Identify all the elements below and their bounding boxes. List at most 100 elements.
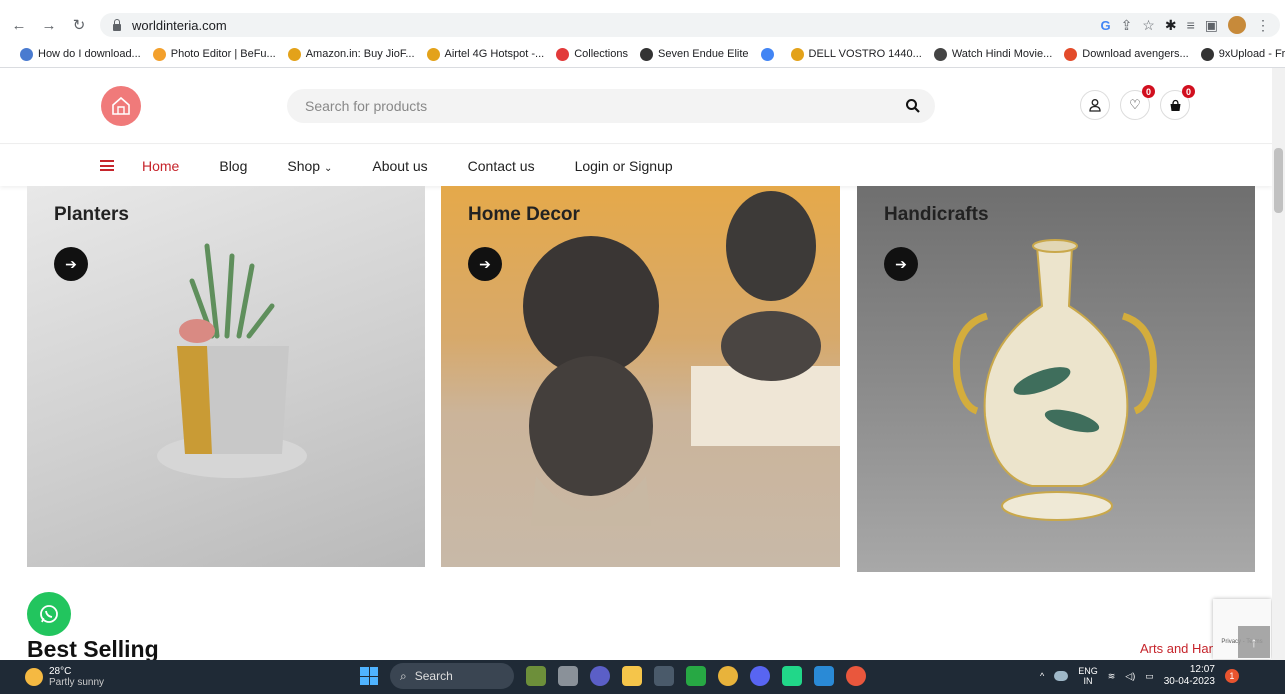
nav-home[interactable]: Home (142, 158, 179, 174)
pycharm-icon[interactable] (782, 666, 802, 686)
category-title: Home Decor (468, 204, 580, 225)
bookmark-item[interactable]: Airtel 4G Hotspot -... (426, 47, 544, 61)
vscode-icon[interactable] (814, 666, 834, 686)
bookmark-label: Seven Endue Elite (658, 48, 749, 60)
bookmark-item[interactable] (760, 47, 779, 61)
settings-app-icon[interactable] (654, 666, 674, 686)
bookmark-item[interactable]: Download avengers... (1064, 47, 1189, 61)
bookmark-favicon-icon (760, 47, 774, 61)
date: 30-04-2023 (1163, 676, 1215, 687)
discord-icon[interactable] (750, 666, 770, 686)
site-header: Search for products ♡ 0 0 (0, 68, 1272, 144)
cart-button[interactable]: 0 (1160, 85, 1195, 120)
language-indicator[interactable]: ENG IN (1078, 666, 1098, 686)
cart-badge: 0 (1182, 85, 1195, 98)
bookmark-label: Download avengers... (1082, 48, 1189, 60)
address-bar[interactable]: worldinteria.com G ⇪ ☆ ✱ ≡ ▣ ⋮ (100, 13, 1280, 37)
buddha-statue-image (523, 191, 840, 526)
whatsapp-chat-button[interactable] (27, 592, 71, 636)
xbox-icon[interactable] (686, 666, 706, 686)
windows-start-icon[interactable] (360, 667, 378, 685)
bookmark-item[interactable]: Watch Hindi Movie... (933, 47, 1053, 61)
bookmark-label: DELL VOSTRO 1440... (808, 48, 922, 60)
hamburger-menu-icon[interactable] (100, 160, 114, 171)
bookmark-label: Watch Hindi Movie... (951, 48, 1053, 60)
nav-about[interactable]: About us (372, 158, 427, 174)
bookmark-star-icon[interactable]: ☆ (1142, 17, 1155, 34)
notification-badge[interactable]: 1 (1224, 669, 1239, 683)
wishlist-button[interactable]: ♡ 0 (1120, 85, 1155, 120)
nav-blog[interactable]: Blog (219, 158, 247, 174)
time: 12:07 (1189, 664, 1215, 675)
bookmark-favicon-icon (20, 47, 33, 61)
lang-code: ENG (1078, 666, 1098, 676)
bookmark-item[interactable]: 9xUpload - Free Fil... (1200, 47, 1285, 61)
side-panel-icon[interactable]: ▣ (1205, 17, 1218, 34)
bookmark-item[interactable]: Amazon.in: Buy JioF... (287, 47, 415, 61)
category-tile-home-decor[interactable]: Home Decor ➔ (441, 186, 840, 567)
vase-image (952, 239, 1157, 521)
bookmark-label: Collections (574, 48, 628, 60)
forward-icon[interactable]: → (38, 14, 60, 36)
temperature: 28°C (49, 666, 72, 677)
weather-widget[interactable]: 28°C Partly sunny (25, 666, 104, 688)
bookmark-favicon-icon (152, 47, 166, 61)
bookmark-item[interactable]: Photo Editor | BeFu... (152, 47, 276, 61)
chevron-up-icon[interactable]: ^ (1040, 671, 1044, 681)
chrome-canary-icon[interactable] (846, 666, 866, 686)
category-tile-handicrafts[interactable]: Handicrafts ➔ (857, 186, 1255, 572)
widgets-app-icon[interactable] (526, 666, 546, 686)
search-input[interactable]: Search for products (287, 89, 935, 123)
category-title: Handicrafts (884, 204, 989, 225)
site-logo[interactable] (101, 86, 141, 126)
search-placeholder: Search for products (305, 98, 428, 114)
clock[interactable]: 12:07 30-04-2023 (1164, 664, 1215, 688)
task-view-icon[interactable] (558, 666, 578, 686)
file-explorer-icon[interactable] (622, 666, 642, 686)
taskbar-search-label: Search (414, 669, 453, 683)
whatsapp-icon (40, 605, 58, 623)
back-to-top-button[interactable]: ↑ (1238, 626, 1270, 658)
search-icon: ⌕ (400, 668, 407, 683)
url-text: worldinteria.com (132, 17, 227, 33)
bookmark-item[interactable]: Seven Endue Elite (640, 47, 749, 61)
search-icon[interactable] (905, 98, 921, 114)
reload-icon[interactable]: ↻ (68, 14, 90, 36)
share-icon[interactable]: ⇪ (1121, 17, 1133, 34)
extensions-icon[interactable]: ✱ (1165, 17, 1177, 34)
bookmark-label: Photo Editor | BeFu... (170, 48, 276, 60)
wishlist-badge: 0 (1142, 85, 1155, 98)
google-translate-icon[interactable]: G (1100, 18, 1110, 33)
bookmark-favicon-icon (287, 47, 301, 61)
back-icon[interactable]: ← (8, 14, 30, 36)
scrollbar-thumb[interactable] (1274, 148, 1283, 213)
arrow-right-icon[interactable]: ➔ (54, 247, 88, 281)
menu-icon[interactable]: ⋮ (1256, 17, 1270, 34)
chrome-icon[interactable] (718, 666, 738, 686)
battery-icon[interactable]: ▭ (1145, 671, 1154, 682)
category-title: Planters (54, 204, 129, 225)
nav-shop[interactable]: Shop ⌄ (287, 158, 332, 174)
bookmark-item[interactable]: DELL VOSTRO 1440... (790, 47, 922, 61)
bookmark-item[interactable]: Collections (556, 47, 628, 61)
arrow-up-icon: ↑ (1250, 634, 1258, 650)
arrow-right-icon[interactable]: ➔ (468, 247, 502, 281)
nav-contact[interactable]: Contact us (468, 158, 535, 174)
bookmark-item[interactable]: How do I download... (20, 47, 141, 61)
arrow-right-icon[interactable]: ➔ (884, 247, 918, 281)
nav-login[interactable]: Login or Signup (575, 158, 673, 174)
profile-avatar[interactable] (1228, 16, 1246, 34)
nav-shop-label: Shop (287, 157, 321, 174)
browser-toolbar: ← → ↻ worldinteria.com G ⇪ ☆ ✱ ≡ ▣ ⋮ (0, 10, 1285, 40)
reading-list-icon[interactable]: ≡ (1187, 17, 1195, 33)
bookmark-favicon-icon (1064, 47, 1078, 61)
account-button[interactable] (1080, 90, 1110, 120)
volume-icon[interactable]: ◁) (1125, 671, 1135, 682)
wifi-icon[interactable]: ≋ (1108, 671, 1116, 682)
page-scrollbar[interactable] (1272, 68, 1285, 660)
teams-chat-icon[interactable] (590, 666, 610, 686)
system-tray: ^ ENG IN ≋ ◁) ▭ 12:07 30-04-2023 1 (1040, 664, 1239, 688)
taskbar-search[interactable]: ⌕ Search (390, 663, 514, 689)
onedrive-icon[interactable] (1054, 671, 1069, 681)
category-tile-planters[interactable]: Planters ➔ (27, 186, 425, 567)
